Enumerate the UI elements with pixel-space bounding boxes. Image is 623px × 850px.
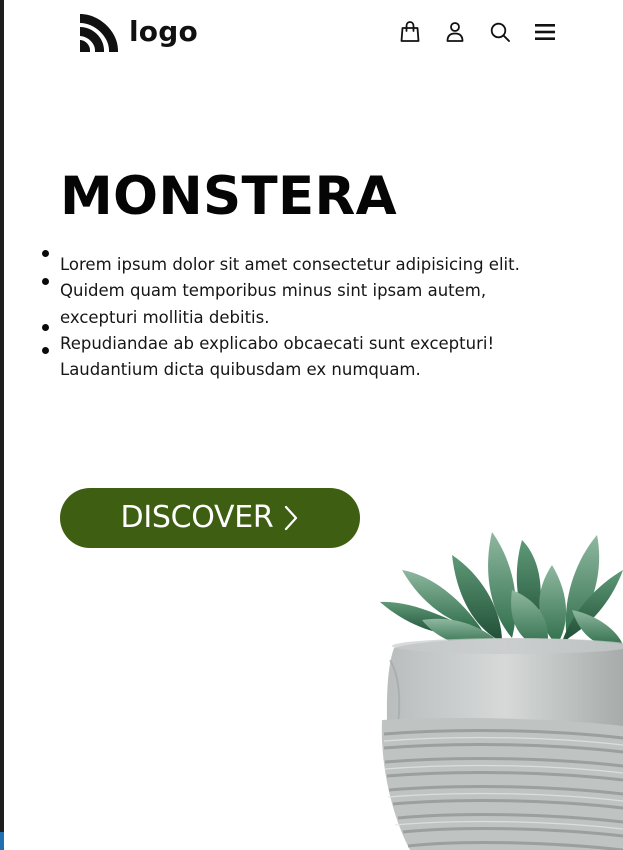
bullet-marker [42,347,49,354]
discover-button-label: DISCOVER [120,500,274,535]
window-left-edge [0,0,4,850]
description-item: Lorem ipsum dolor sit amet consectetur a… [60,255,520,327]
bullet-marker [42,278,49,285]
user-icon[interactable] [443,20,467,44]
site-header: logo [0,0,623,64]
succulent-plant-image [380,532,623,850]
shopping-bag-icon[interactable] [398,20,422,44]
search-icon[interactable] [488,20,512,44]
description-item: Repudiandae ab explicabo obcaecati sunt … [60,333,495,380]
logo[interactable]: logo [78,12,198,52]
menu-icon[interactable] [533,20,557,44]
bullet-marker [42,250,49,257]
hero-title: MONSTERA [60,166,397,227]
chevron-right-icon [285,505,298,531]
bullet-marker [42,324,49,331]
logo-mark-icon [80,14,118,52]
hero-description-list: Lorem ipsum dolor sit amet consectetur a… [60,252,540,383]
logo-text: logo [129,15,198,48]
discover-button[interactable]: DISCOVER [60,488,360,548]
window-left-edge-accent [0,832,4,850]
